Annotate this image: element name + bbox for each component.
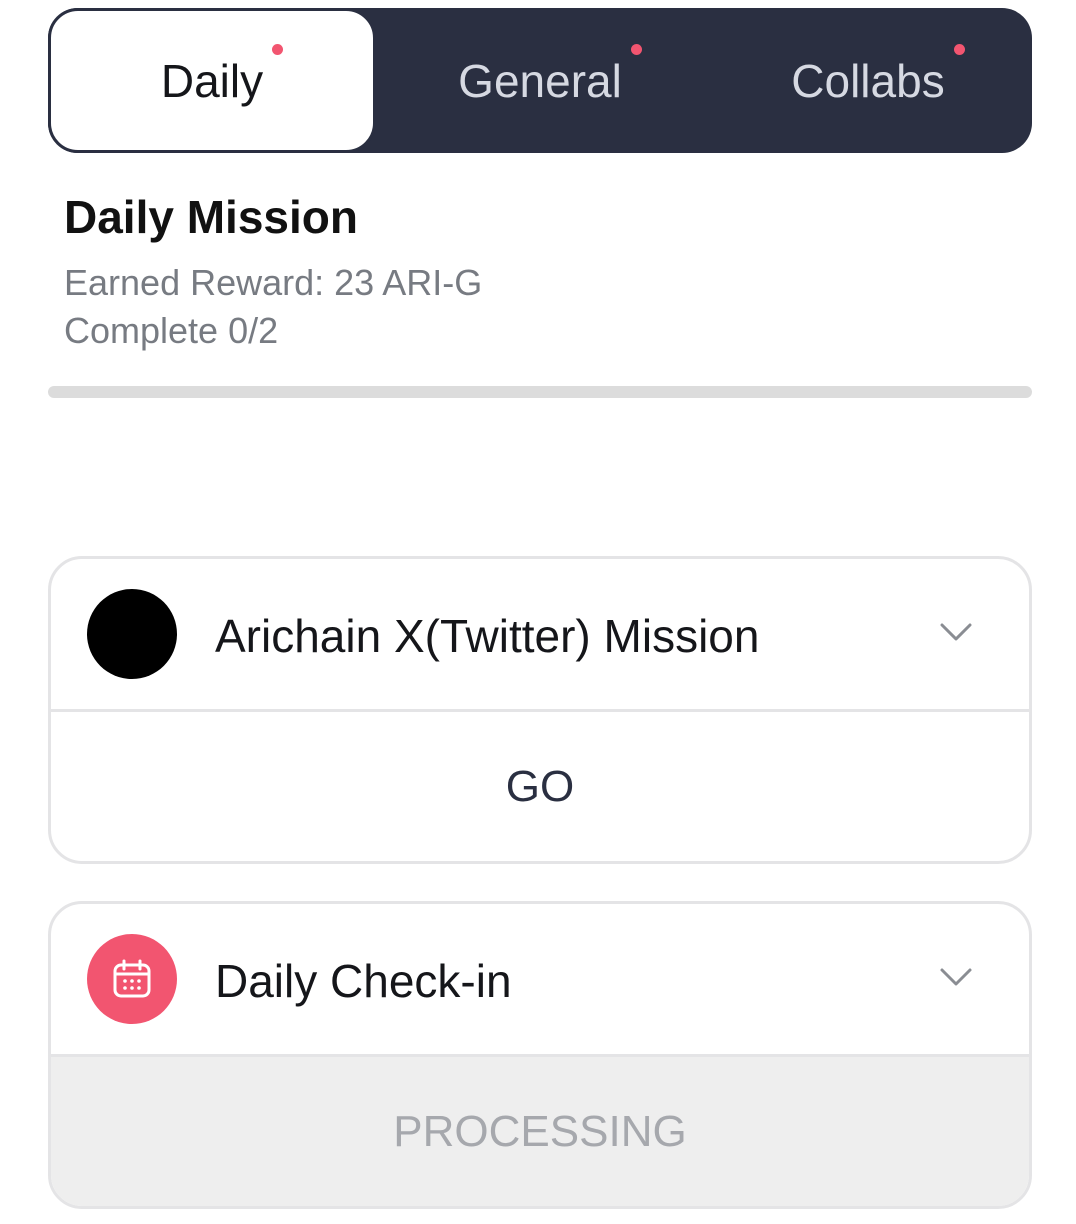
mission-card-header[interactable]: Arichain X(Twitter) Mission <box>51 559 1029 712</box>
mission-progress-bar <box>48 386 1032 398</box>
mission-card-twitter: Arichain X(Twitter) Mission GO <box>48 556 1032 864</box>
chevron-down-icon[interactable] <box>939 621 973 643</box>
mission-card-checkin: Daily Check-in PROCESSING <box>48 901 1032 1209</box>
processing-button: PROCESSING <box>51 1057 1029 1206</box>
mission-title: Daily Check-in <box>215 955 512 1007</box>
tab-daily[interactable]: Daily <box>48 8 376 153</box>
earned-reward-text: Earned Reward: 23 ARI-G <box>64 262 483 303</box>
complete-count-text: Complete 0/2 <box>64 310 279 351</box>
go-button[interactable]: GO <box>51 712 1029 861</box>
tab-bar: Daily General Collabs <box>48 8 1032 153</box>
tab-collabs[interactable]: Collabs <box>704 8 1032 153</box>
daily-mission-page: Daily General Collabs Daily Mission Earn… <box>0 0 1076 1224</box>
notification-dot <box>272 43 284 55</box>
tab-daily-label: Daily <box>160 54 264 107</box>
tab-general[interactable]: General <box>376 8 704 153</box>
calendar-icon <box>113 959 151 998</box>
chevron-down-icon[interactable] <box>939 966 973 988</box>
mission-title: Arichain X(Twitter) Mission <box>215 610 760 662</box>
x-twitter-icon <box>87 589 177 679</box>
tab-general-label: General <box>458 54 622 107</box>
calendar-icon-badge <box>87 934 177 1024</box>
page-title: Daily Mission <box>64 191 358 243</box>
notification-dot <box>953 43 965 55</box>
mission-card-header[interactable]: Daily Check-in <box>51 904 1029 1057</box>
notification-dot <box>630 43 642 55</box>
tab-collabs-label: Collabs <box>791 54 945 107</box>
